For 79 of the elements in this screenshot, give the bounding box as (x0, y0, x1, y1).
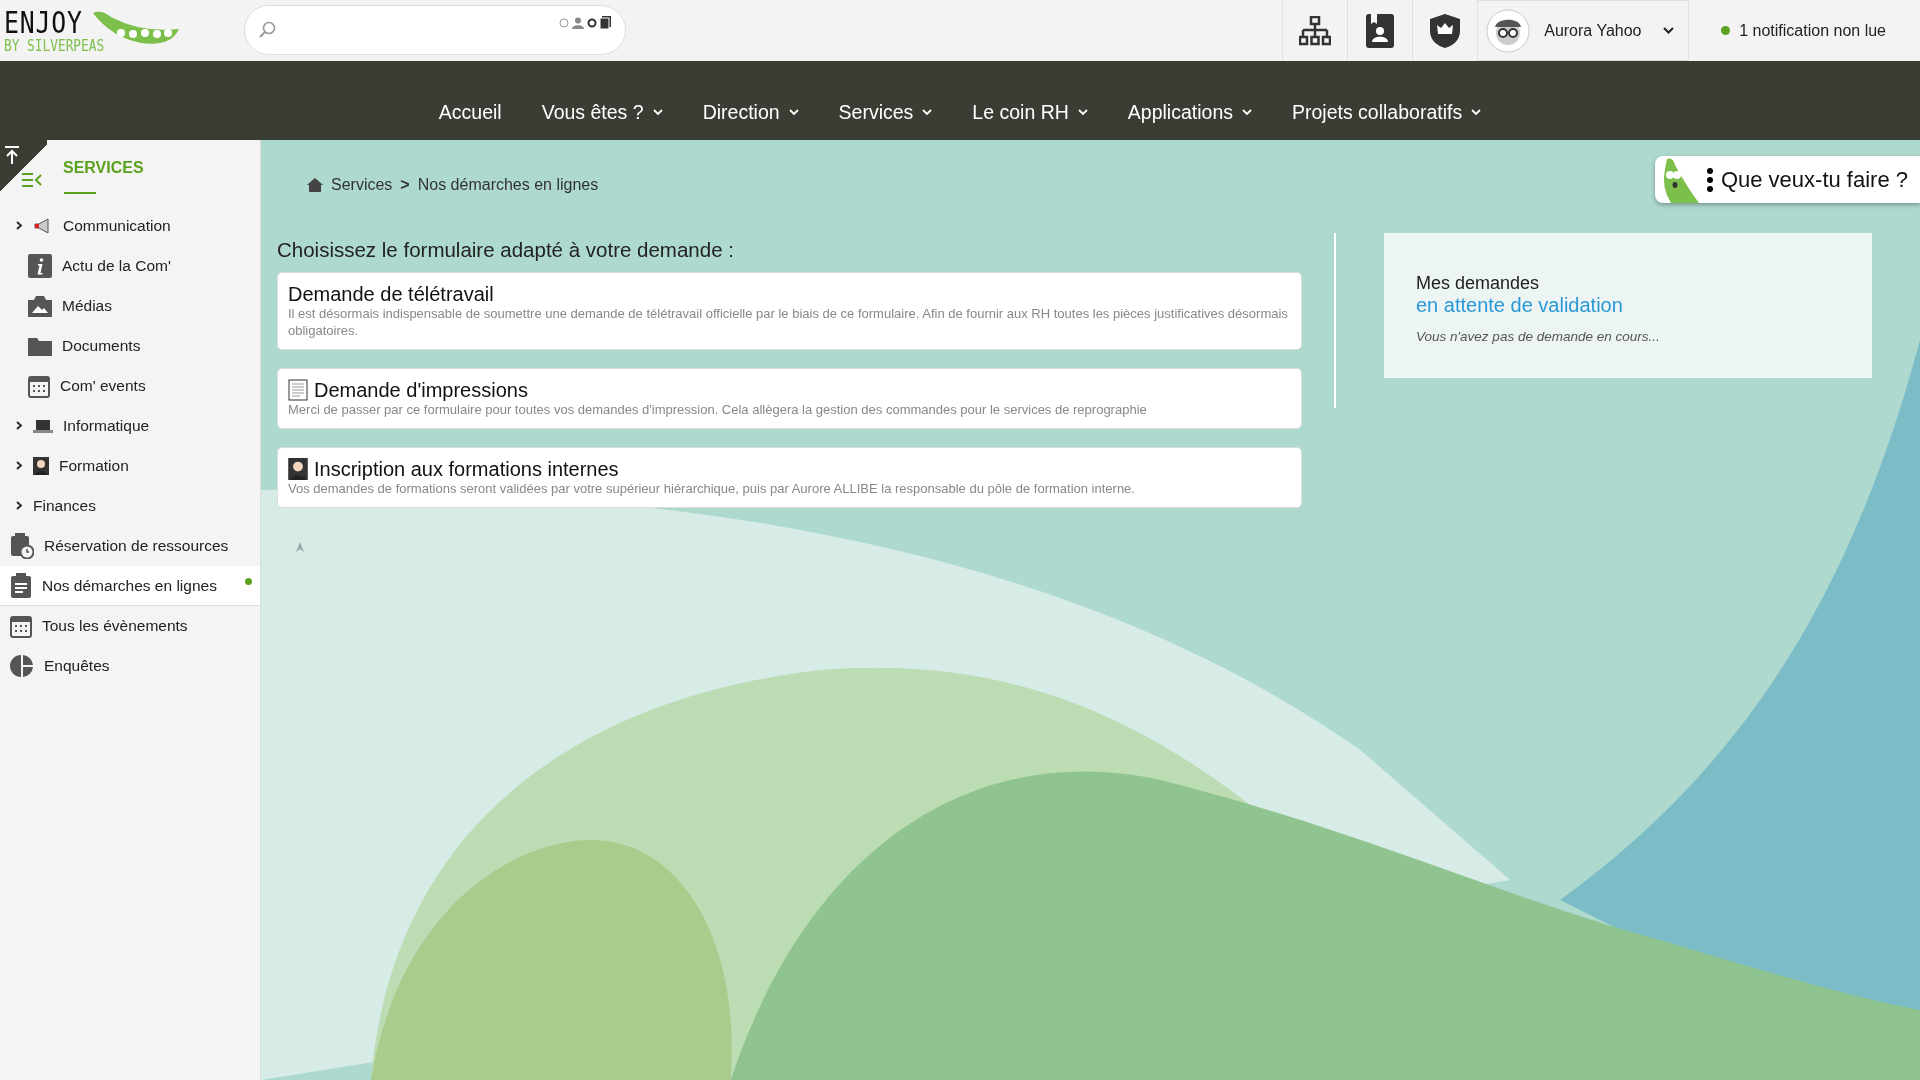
sidebar-item[interactable]: Nos démarches en lignes (0, 566, 260, 606)
sidebar-item[interactable]: Actu de la Com' (0, 246, 260, 286)
nav-item[interactable]: Direction (682, 101, 819, 124)
form-title: Inscription aux formations internes (314, 457, 619, 481)
chevron-icon (16, 421, 23, 430)
sidebar-title: SERVICES (63, 159, 144, 178)
avatar-icon (1486, 8, 1531, 53)
form-description: Il est désormais indispensable de soumettre une demande de télétravail officielle par le biais de ce formulaire. Afin de fournir aux RH toutes les pièces justificatives désormais obligatoires. (288, 306, 1289, 340)
folder-icon (28, 335, 52, 356)
org-chart-icon (1299, 15, 1332, 46)
sidebar-item[interactable]: Tous les évènements (0, 606, 260, 646)
scroll-top-icon (4, 146, 20, 164)
nav-item[interactable]: Applications (1107, 101, 1272, 124)
sidebar-item[interactable]: Médias (0, 286, 260, 326)
status-dot (245, 578, 252, 585)
caret-icon (922, 109, 933, 116)
calendar-icon (28, 373, 50, 398)
panel-subtitle: en attente de validation (1416, 294, 1624, 317)
breadcrumb-separator: > (400, 176, 410, 194)
caret-icon (1242, 109, 1252, 116)
form-description: Merci de passer par ce formulaire pour toutes vos demandes d'impression. Cela allègera la gestion des commandes pour le services de reprographie (288, 401, 1148, 419)
clipboard-icon (10, 572, 32, 599)
panel-title: Mes demandes (1416, 273, 1541, 294)
search-icon (259, 21, 277, 39)
form-card[interactable]: Demande d'impressions Merci de passer par ce formulaire pour toutes vos demandes d'impression. Cela allègera la gestion des commandes pour le services de reprographie (277, 367, 1302, 429)
more-icon (1706, 167, 1713, 192)
user-menu-button[interactable]: Aurora Yahoo (1477, 0, 1690, 61)
sidebar-item[interactable]: Com' events (0, 366, 260, 406)
clipboard-clock-icon (10, 532, 34, 559)
document-icon (288, 379, 308, 402)
chevron-icon (16, 461, 23, 470)
sidebar-item[interactable]: Enquêtes (0, 646, 260, 686)
breadcrumb-link[interactable]: Nos démarches en lignes (417, 176, 599, 194)
info-icon (28, 253, 52, 278)
contact-book-icon (1366, 13, 1395, 48)
laptop-icon (33, 418, 53, 433)
student-icon (288, 458, 308, 481)
section-heading: Choisissez le formulaire adapté à votre demande : (277, 238, 735, 262)
nav-item[interactable]: Services (818, 101, 953, 124)
form-card[interactable] (277, 272, 1302, 350)
pie-chart-icon (10, 653, 34, 678)
form-title: Demande d'impressions (314, 378, 528, 402)
menu-collapse-icon (22, 172, 42, 188)
document-icon[interactable] (600, 16, 611, 29)
sidebar-item[interactable]: Finances (0, 486, 260, 526)
home-icon (307, 178, 323, 192)
notification-text[interactable]: 1 notification non lue (1739, 21, 1886, 40)
sidebar-item[interactable]: Réservation de ressources (0, 526, 260, 566)
nav-item[interactable]: Projets collaboratifs (1272, 101, 1502, 124)
nav-item[interactable]: Vous êtes ? (521, 101, 683, 124)
sidebar-item[interactable]: Formation (0, 446, 260, 486)
radio-icon[interactable] (559, 17, 569, 28)
nav-item[interactable]: Le coin RH (952, 101, 1108, 124)
sidebar-item[interactable]: Documents (0, 326, 260, 366)
arrow-icon (295, 541, 305, 552)
image-icon (28, 294, 52, 317)
radio-icon[interactable] (587, 17, 597, 28)
assistant-button[interactable]: Que veux-tu faire ? (1654, 156, 1920, 203)
logo-title: ENJOY (4, 7, 83, 38)
calendar-icon (10, 613, 32, 638)
chevron-icon (16, 501, 23, 510)
breadcrumb-link[interactable]: Services (331, 176, 393, 194)
sidebar-item[interactable]: Communication (0, 206, 260, 246)
caret-icon (652, 109, 663, 116)
sidebar-item[interactable]: Informatique (0, 406, 260, 446)
form-card[interactable]: Inscription aux formations internes Vos demandes de formations seront validées par votre supérieur hiérarchique, puis par Aurore ALLIBE la responsable du pôle de formation interne. (277, 446, 1302, 508)
chevron-icon (16, 221, 23, 230)
empty-message: Vous n'avez pas de demande en cours... (1416, 329, 1661, 344)
caret-icon (788, 109, 799, 116)
shield-crown-icon (1430, 13, 1461, 48)
nav-item[interactable]: Accueil (418, 101, 522, 124)
caret-icon (1663, 27, 1675, 34)
logo-subtitle: BY SILVERPEAS (4, 38, 105, 54)
student-icon (33, 456, 49, 475)
caret-icon (1077, 109, 1088, 116)
form-title: Demande de télétravail (288, 283, 494, 306)
form-description: Vos demandes de formations seront validées par votre supérieur hiérarchique, puis par Aurore ALLIBE la responsable du pôle de formation interne. (288, 480, 1136, 498)
search-field[interactable] (244, 5, 626, 55)
caret-icon (1471, 109, 1482, 116)
